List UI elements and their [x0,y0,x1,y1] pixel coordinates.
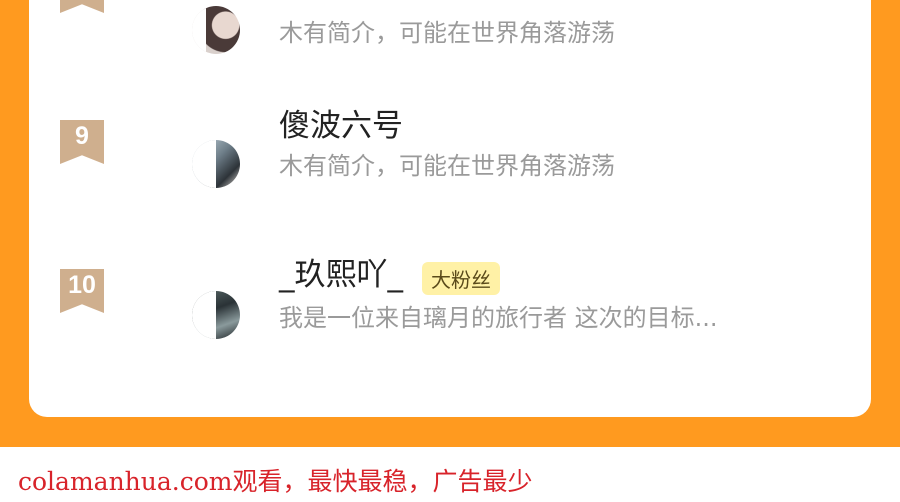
footer-ad-text: colamanhua.com观看，最快最稳，广告最少 [18,467,533,496]
user-bio: 木有简介，可能在世界角落游荡 [279,19,615,47]
rank-badge: 8 [60,0,104,13]
user-bio: 我是一位来自璃月的旅行者 这次的目标... [279,304,718,332]
rank-number: 10 [68,271,96,299]
avatar[interactable] [192,140,240,188]
user-name[interactable]: _玖熙吖_ [279,249,403,294]
ranking-card: 8 木有简介，可能在世界角落游荡 9 傻波六号 木有简介，可能在世界角落游荡 1… [29,0,871,417]
user-name[interactable]: 傻波六号 [279,100,403,145]
rank-badge: 9 [60,120,104,164]
rank-badge: 10 [60,269,104,313]
user-bio: 木有简介，可能在世界角落游荡 [279,152,615,180]
fan-badge: 大粉丝 [422,262,500,295]
rank-number: 9 [75,122,89,150]
list-item[interactable]: 10 _玖熙吖_ 大粉丝 我是一位来自璃月的旅行者 这次的目标... [29,257,871,389]
list-item[interactable]: 8 木有简介，可能在世界角落游荡 [29,0,871,100]
list-item[interactable]: 9 傻波六号 木有简介，可能在世界角落游荡 [29,108,871,240]
avatar[interactable] [192,291,240,339]
avatar[interactable] [192,6,240,54]
